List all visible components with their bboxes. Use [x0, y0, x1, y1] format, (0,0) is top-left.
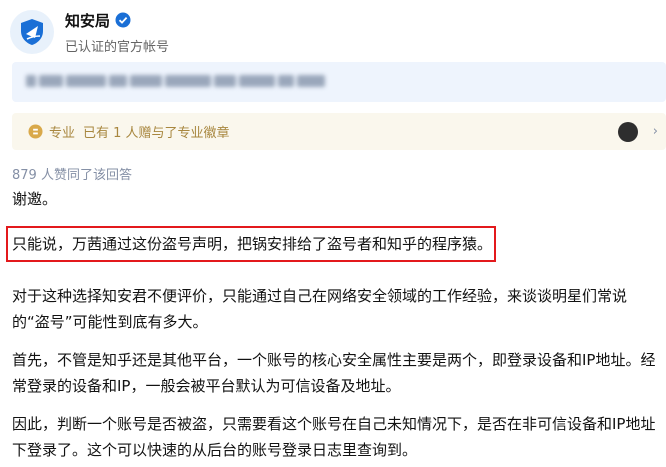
vote-count: 879 人赞同了该回答 — [12, 168, 132, 183]
badge-text: 已有 1 人赠与了专业徽章 — [83, 126, 230, 141]
professional-badge-icon — [28, 124, 43, 139]
author-description: 已认证的官方帐号 — [65, 39, 170, 55]
highlighted-paragraph: 只能说，万茜通过这份盗号声明，把锅安排给了盗号者和知乎的程序猿。 — [12, 235, 493, 253]
blurred-text — [26, 75, 325, 89]
badge-label: 专业 — [49, 126, 76, 141]
paragraph: 因此，判断一个账号是否被盗，只需要看这个账号在自己未知情况下，是否在非可信设备和… — [12, 415, 656, 459]
blurred-info-box — [12, 62, 666, 102]
paragraph: 对于这种选择知安君不便评价，只能通过自己在网络安全领域的工作经验，来谈谈明星们常… — [12, 287, 628, 331]
author-header: 知安局 已认证的官方帐号 — [10, 4, 169, 60]
giver-avatar[interactable] — [618, 122, 638, 142]
author-avatar[interactable] — [10, 10, 54, 54]
verified-badge-icon — [115, 12, 131, 28]
chevron-right-icon[interactable]: › — [653, 124, 658, 139]
paragraph: 谢邀。 — [12, 190, 58, 208]
professional-badge-bar[interactable]: 专业 已有 1 人赠与了专业徽章 › — [12, 113, 666, 150]
paragraph: 首先，不管是知乎还是其他平台，一个账号的核心安全属性主要是两个，即登录设备和IP… — [12, 351, 656, 395]
author-name[interactable]: 知安局 — [65, 10, 110, 31]
shield-logo-icon — [21, 19, 43, 45]
